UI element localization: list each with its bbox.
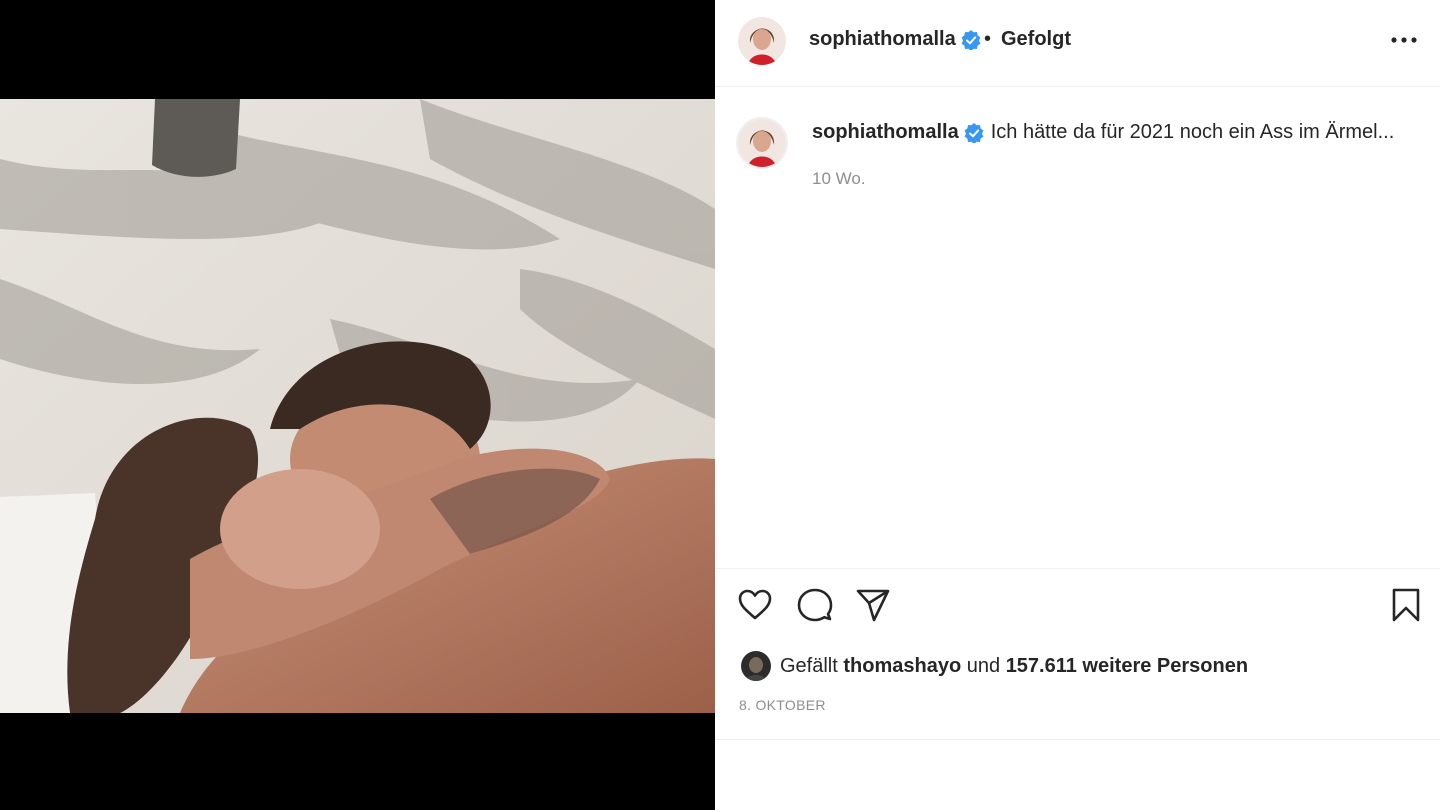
likes-conjunction: und <box>966 655 1001 677</box>
post-photo[interactable] <box>0 99 715 713</box>
likes-count-link[interactable]: 157.611 weitere Personen <box>1006 655 1248 677</box>
verified-badge-icon <box>961 29 981 50</box>
post-details-pane: sophiathomalla • Gefolgt sophiathomalla <box>715 0 1440 810</box>
author-avatar[interactable] <box>738 17 786 65</box>
post-date[interactable]: 8. OKTOBER <box>739 697 826 713</box>
liker-avatar[interactable] <box>741 651 771 681</box>
verified-badge-icon <box>964 122 984 143</box>
paper-plane-icon[interactable] <box>855 587 891 623</box>
likes-prefix: Gefällt <box>780 655 838 677</box>
caption-age[interactable]: 10 Wo. <box>812 169 866 189</box>
media-pane <box>0 0 715 810</box>
likes-summary: Gefällt thomashayo und 157.611 weitere P… <box>780 655 1248 678</box>
caption-line: sophiathomalla Ich hätte da für 2021 noc… <box>812 121 1394 144</box>
beach-couple-photo <box>0 99 715 713</box>
caption-author-username[interactable]: sophiathomalla <box>812 121 959 143</box>
post-actions-section: Gefällt thomashayo und 157.611 weitere P… <box>715 568 1440 740</box>
post-header: sophiathomalla • Gefolgt <box>715 0 1440 87</box>
comment-icon[interactable] <box>797 587 833 623</box>
heart-icon[interactable] <box>737 587 773 623</box>
caption-author-avatar[interactable] <box>736 117 788 169</box>
separator-dot: • <box>984 28 992 50</box>
avatar-image <box>741 651 771 681</box>
bookmark-icon[interactable] <box>1388 587 1424 623</box>
author-username[interactable]: sophiathomalla <box>809 28 956 50</box>
author-username-link[interactable]: sophiathomalla <box>809 28 981 51</box>
follow-status-button[interactable]: Gefolgt <box>1001 28 1071 51</box>
avatar-image <box>738 17 786 65</box>
caption-text: Ich hätte da für 2021 noch ein Ass im Är… <box>990 121 1395 143</box>
liker-username[interactable]: thomashayo <box>843 655 961 677</box>
more-options-icon[interactable] <box>1390 24 1418 56</box>
avatar-image <box>738 119 786 167</box>
